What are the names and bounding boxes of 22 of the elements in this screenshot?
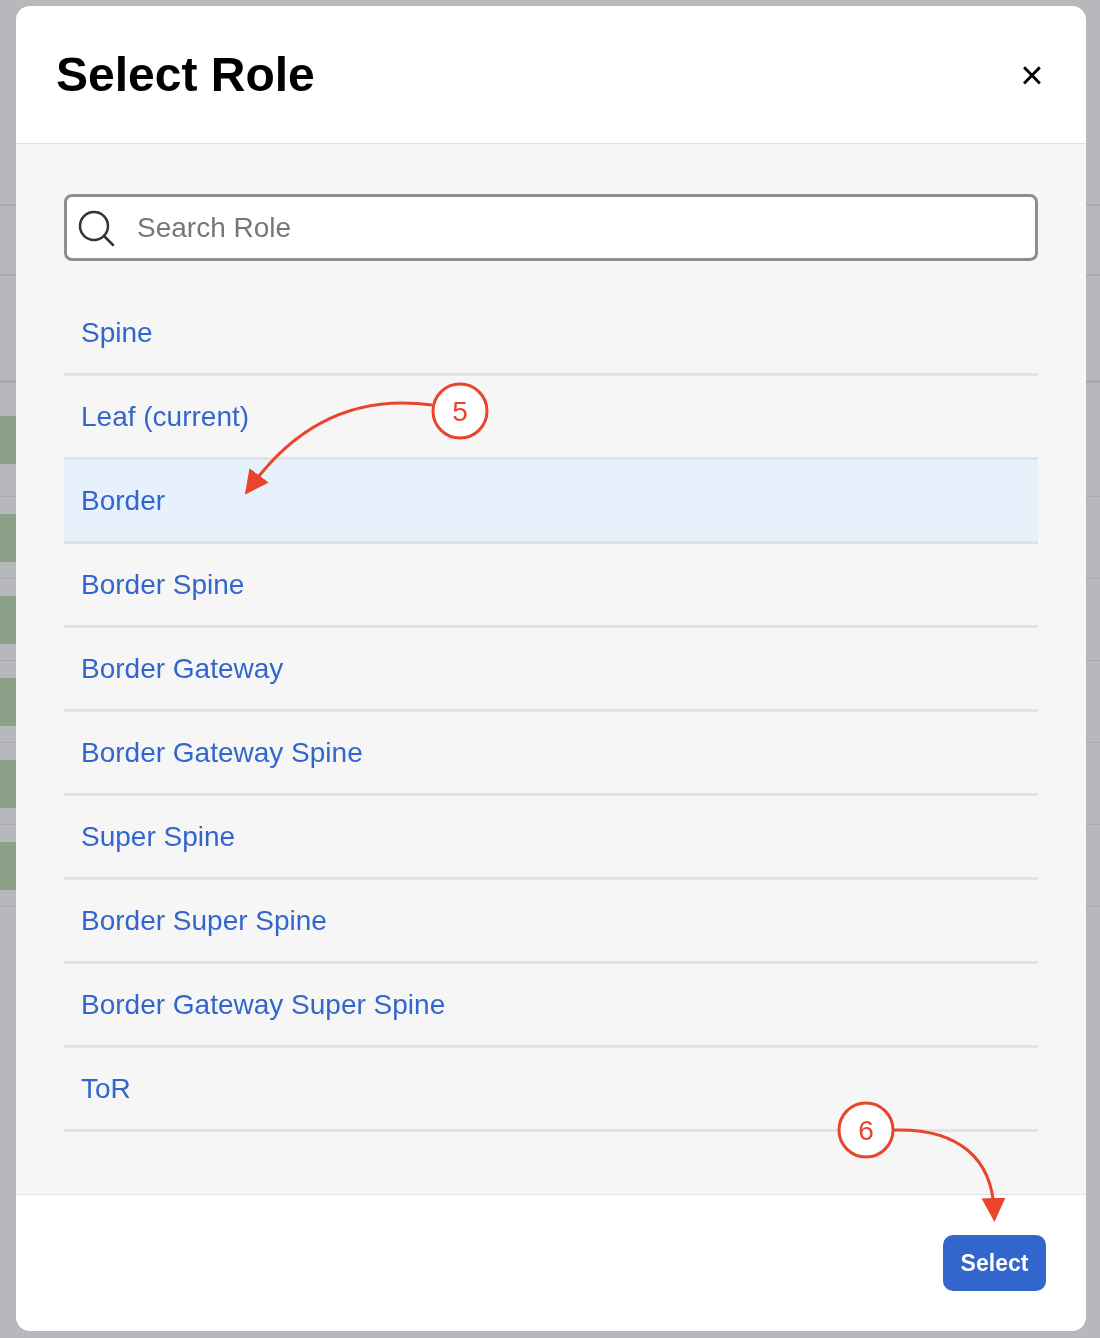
dialog-title: Select Role bbox=[56, 46, 315, 103]
status-badge bbox=[0, 416, 16, 464]
step-marker bbox=[837, 1101, 895, 1159]
search-icon bbox=[77, 208, 117, 248]
status-badge bbox=[0, 678, 16, 726]
status-badge bbox=[0, 596, 16, 644]
role-option[interactable]: Spine bbox=[64, 292, 1038, 376]
role-option[interactable]: Border Super Spine bbox=[64, 880, 1038, 964]
close-button[interactable]: × bbox=[1014, 56, 1050, 93]
role-option[interactable]: Super Spine bbox=[64, 796, 1038, 880]
step-number: 5 bbox=[452, 396, 468, 427]
role-option[interactable]: Border Gateway bbox=[64, 628, 1038, 712]
role-option[interactable]: Border Spine bbox=[64, 544, 1038, 628]
role-option[interactable]: Border Gateway Super Spine bbox=[64, 964, 1038, 1048]
status-badge bbox=[0, 760, 16, 808]
status-badge bbox=[0, 842, 16, 890]
status-badge bbox=[0, 514, 16, 562]
step-marker bbox=[431, 382, 489, 440]
select-button[interactable]: Select bbox=[943, 1235, 1046, 1291]
role-option[interactable]: Border bbox=[64, 460, 1038, 544]
search-field[interactable]: Search Role bbox=[64, 194, 1038, 261]
role-option[interactable]: Border Gateway Spine bbox=[64, 712, 1038, 796]
